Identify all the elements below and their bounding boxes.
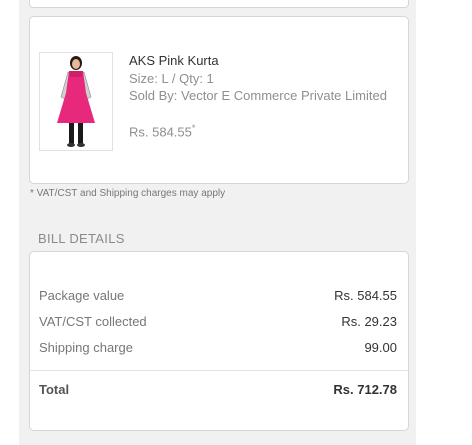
product-seller: Sold By: Vector E Commerce Private Limit… xyxy=(129,88,387,103)
bill-details-heading: BILL DETAILS xyxy=(38,231,125,246)
bill-row-label: Package value xyxy=(39,288,125,303)
product-size-qty: Size: L / Qty: 1 xyxy=(129,71,214,86)
bill-row-value: Rs. 584.55 xyxy=(334,288,397,303)
bill-row-label: Shipping charge xyxy=(39,340,133,355)
price-asterisk: * xyxy=(191,123,196,133)
bill-details-card: Package value Rs. 584.55 VAT/CST collect… xyxy=(29,251,409,431)
bill-row-value: Rs. 29.23 xyxy=(341,314,397,329)
total-value: Rs. 712.78 xyxy=(333,382,397,397)
product-name[interactable]: AKS Pink Kurta xyxy=(129,53,219,68)
product-price-value: Rs. 584.55 xyxy=(129,124,192,140)
product-image[interactable] xyxy=(39,52,113,151)
vat-shipping-note: * VAT/CST and Shipping charges may apply xyxy=(30,188,226,199)
order-item-card: AKS Pink Kurta Size: L / Qty: 1 Sold By:… xyxy=(29,16,409,184)
total-label: Total xyxy=(39,382,70,397)
bill-row-value: 99.00 xyxy=(364,340,397,355)
bill-row-label: VAT/CST collected xyxy=(39,314,147,329)
product-price: Rs. 584.55* xyxy=(129,123,195,139)
bill-divider xyxy=(30,370,408,371)
previous-card-edge xyxy=(29,0,409,8)
